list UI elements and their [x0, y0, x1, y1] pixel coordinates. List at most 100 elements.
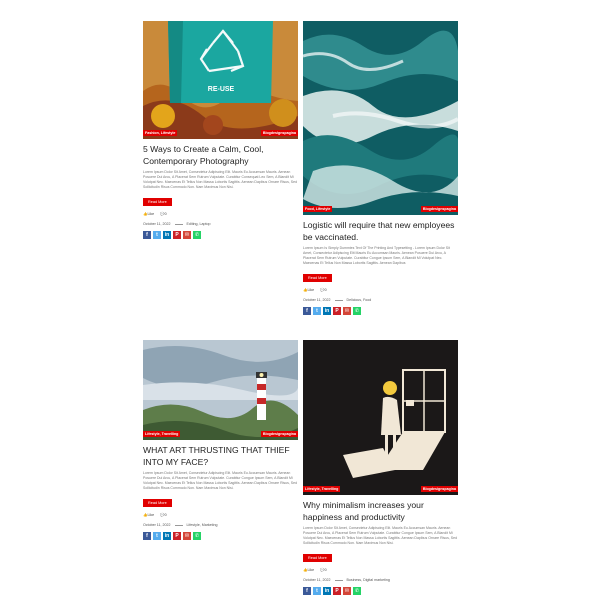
post-title[interactable]: 5 Ways to Create a Calm, Cool, Contempor… [143, 143, 298, 167]
post-stats: 👍Like 💬0 [303, 288, 458, 292]
email-icon: ✉ [344, 588, 350, 594]
twitter-icon: t [156, 232, 158, 238]
pinterest-icon: P [335, 308, 339, 314]
divider [334, 579, 343, 581]
post-date[interactable]: October 11, 2022 [303, 298, 331, 302]
divider [174, 524, 183, 526]
post-meta: October 11, 2022 Business, Digital marke… [303, 578, 458, 582]
comment-count[interactable]: 💬0 [160, 513, 166, 517]
facebook-share-button[interactable]: f [143, 532, 151, 540]
post-thumbnail[interactable]: Lifestyle, Travelling Blogdesignspagina [303, 340, 458, 495]
linkedin-icon: in [164, 232, 170, 238]
twitter-share-button[interactable]: t [313, 307, 321, 315]
category-badge[interactable]: Lifestyle, Travelling [143, 431, 181, 437]
twitter-icon: t [316, 308, 318, 314]
twitter-share-button[interactable]: t [153, 532, 161, 540]
post-date[interactable]: October 11, 2022 [143, 523, 171, 527]
author-badge[interactable]: Blogdesignspagina [420, 206, 458, 212]
share-buttons: f t in P ✉ ✆ [303, 307, 458, 315]
post-thumbnail[interactable]: Lifestyle, Travelling Blogdesignspagina [143, 340, 298, 440]
linkedin-icon: in [324, 588, 330, 594]
email-share-button[interactable]: ✉ [183, 532, 191, 540]
pinterest-icon: P [175, 533, 179, 539]
pinterest-share-button[interactable]: P [333, 307, 341, 315]
linkedin-share-button[interactable]: in [163, 532, 171, 540]
comment-count[interactable]: 💬0 [160, 212, 166, 216]
linkedin-share-button[interactable]: in [163, 231, 171, 239]
email-share-button[interactable]: ✉ [343, 307, 351, 315]
facebook-share-button[interactable]: f [303, 587, 311, 595]
email-share-button[interactable]: ✉ [183, 231, 191, 239]
pinterest-icon: P [335, 588, 339, 594]
post-date[interactable]: October 11, 2022 [143, 222, 171, 226]
whatsapp-icon: ✆ [354, 308, 360, 314]
post-card: Lifestyle, Travelling Blogdesignspagina … [143, 340, 298, 540]
facebook-share-button[interactable]: f [303, 307, 311, 315]
linkedin-icon: in [164, 533, 170, 539]
comment-count[interactable]: 💬0 [320, 288, 326, 292]
post-title[interactable]: Why minimalism increases your happiness … [303, 499, 458, 523]
email-icon: ✉ [184, 533, 190, 539]
divider [174, 223, 183, 225]
author-badge[interactable]: Blogdesignspagina [260, 431, 298, 437]
post-excerpt: Lorem Ipsum Dolor Sit Amet, Consectetur … [303, 526, 458, 545]
pinterest-share-button[interactable]: P [333, 587, 341, 595]
post-tags[interactable]: Delicious, Food [347, 298, 372, 302]
post-date[interactable]: October 11, 2022 [303, 578, 331, 582]
whatsapp-share-button[interactable]: ✆ [193, 231, 201, 239]
share-buttons: f t in P ✉ ✆ [143, 532, 298, 540]
comment-count[interactable]: 💬0 [320, 568, 326, 572]
post-thumbnail[interactable]: RE-USE Fashion, Lifestyle Blogdesignspag… [143, 21, 298, 139]
post-card: RE-USE Fashion, Lifestyle Blogdesignspag… [143, 21, 298, 239]
like-button[interactable]: 👍Like [303, 568, 314, 572]
share-buttons: f t in P ✉ ✆ [143, 231, 298, 239]
category-badge[interactable]: Food, Lifestyle [303, 206, 333, 212]
facebook-icon: f [306, 588, 308, 594]
post-tags[interactable]: Business, Digital marketing [347, 578, 390, 582]
whatsapp-share-button[interactable]: ✆ [193, 532, 201, 540]
whatsapp-icon: ✆ [354, 588, 360, 594]
pinterest-share-button[interactable]: P [173, 231, 181, 239]
whatsapp-icon: ✆ [194, 533, 200, 539]
post-tags[interactable]: Editing, Laptop [187, 222, 211, 226]
twitter-share-button[interactable]: t [313, 587, 321, 595]
whatsapp-share-button[interactable]: ✆ [353, 587, 361, 595]
author-badge[interactable]: Blogdesignspagina [260, 130, 298, 136]
post-title[interactable]: Logistic will require that new employees… [303, 219, 458, 243]
pinterest-share-button[interactable]: P [173, 532, 181, 540]
ocean-waves-image [303, 21, 458, 215]
post-card: Lifestyle, Travelling Blogdesignspagina … [303, 340, 458, 595]
twitter-icon: t [156, 533, 158, 539]
twitter-share-button[interactable]: t [153, 231, 161, 239]
post-excerpt: Lorem Ipsum Is Simply Dummies Text Of Th… [303, 246, 450, 265]
linkedin-icon: in [324, 308, 330, 314]
post-stats: 👍Like 💬0 [143, 212, 298, 216]
post-excerpt: Lorem Ipsum Dolor Sit Amet, Consectetur … [143, 471, 298, 490]
post-meta: October 11, 2022 Delicious, Food [303, 298, 458, 302]
minimalism-illustration-image [303, 340, 458, 495]
read-more-button[interactable]: Read More [143, 499, 172, 507]
read-more-button[interactable]: Read More [143, 198, 172, 206]
whatsapp-share-button[interactable]: ✆ [353, 307, 361, 315]
svg-text:RE-USE: RE-USE [208, 86, 235, 93]
divider [334, 299, 343, 301]
post-title[interactable]: WHAT ART THRUSTING THAT THIEF INTO MY FA… [143, 444, 298, 468]
pinterest-icon: P [175, 232, 179, 238]
read-more-button[interactable]: Read More [303, 554, 332, 562]
facebook-share-button[interactable]: f [143, 231, 151, 239]
read-more-button[interactable]: Read More [303, 274, 332, 282]
post-meta: October 11, 2022 Lifestyle, Marketing [143, 523, 298, 527]
like-button[interactable]: 👍Like [303, 288, 314, 292]
like-button[interactable]: 👍Like [143, 212, 154, 216]
linkedin-share-button[interactable]: in [323, 307, 331, 315]
linkedin-share-button[interactable]: in [323, 587, 331, 595]
post-tags[interactable]: Lifestyle, Marketing [187, 523, 218, 527]
facebook-icon: f [306, 308, 308, 314]
like-button[interactable]: 👍Like [143, 513, 154, 517]
category-badge[interactable]: Lifestyle, Travelling [303, 486, 341, 492]
post-thumbnail[interactable]: Food, Lifestyle Blogdesignspagina [303, 21, 458, 215]
category-badge[interactable]: Fashion, Lifestyle [143, 130, 178, 136]
author-badge[interactable]: Blogdesignspagina [420, 486, 458, 492]
post-card: Food, Lifestyle Blogdesignspagina Logist… [303, 21, 458, 315]
email-share-button[interactable]: ✉ [343, 587, 351, 595]
